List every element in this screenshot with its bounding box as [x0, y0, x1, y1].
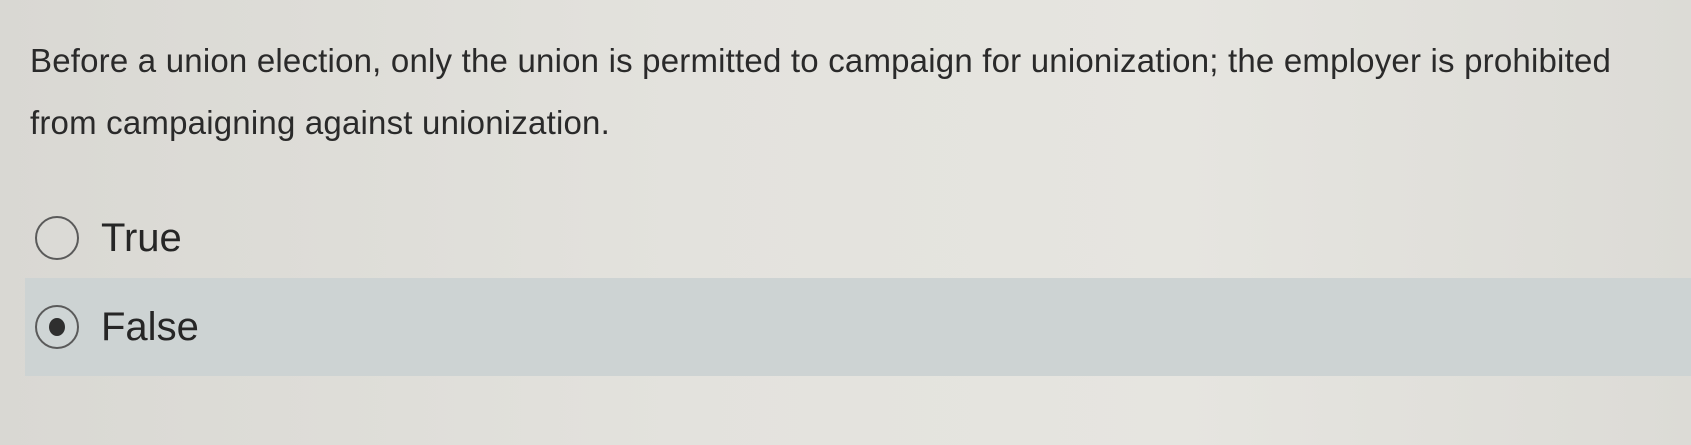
- option-label-true: True: [101, 215, 182, 260]
- option-true[interactable]: True: [25, 196, 1691, 280]
- radio-button-true[interactable]: [35, 216, 79, 260]
- answer-options: True False: [0, 0, 1691, 445]
- option-label-false: False: [101, 304, 199, 349]
- radio-button-false[interactable]: [35, 305, 79, 349]
- radio-selected-dot-icon: [49, 318, 65, 336]
- option-false[interactable]: False: [25, 278, 1691, 376]
